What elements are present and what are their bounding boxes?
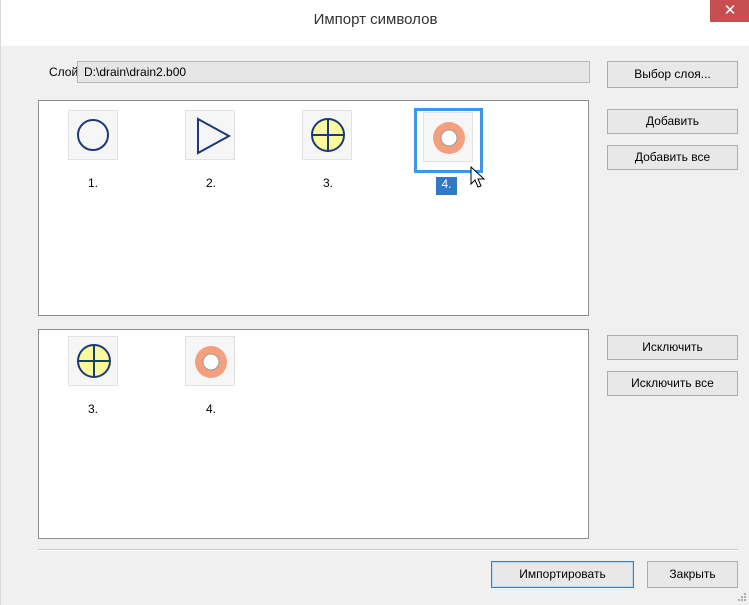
available-symbols-list[interactable]: 1. 2. 3. 4. [38,100,589,316]
separator [38,549,738,551]
resize-grip-icon[interactable] [736,591,748,603]
ring-icon [195,346,227,378]
triangle-icon [197,117,232,155]
import-symbols-dialog: Импорт символов ✕ Слой: D:\drain\drain2.… [0,0,749,605]
symbol-label: 3. [322,176,333,190]
add-button[interactable]: Добавить [607,109,738,134]
symbol-label: 1. [87,176,98,190]
select-layer-button[interactable]: Выбор слоя... [607,61,738,88]
crossed-circle-icon [77,344,111,378]
circle-icon [77,119,109,151]
ring-icon [433,122,465,154]
symbol-1[interactable] [68,110,118,160]
close-button[interactable]: Закрыть [647,561,738,588]
symbol-3[interactable] [302,110,352,160]
add-all-button[interactable]: Добавить все [607,145,738,170]
exclude-button[interactable]: Исключить [607,335,738,360]
dialog-title: Импорт символов [313,11,438,28]
import-button[interactable]: Импортировать [491,561,634,588]
selected-symbol-label: 4. [436,177,457,195]
symbol-label: 4. [205,402,216,416]
exclude-all-button[interactable]: Исключить все [607,371,738,396]
symbol-2[interactable] [185,110,235,160]
chosen-symbols-list[interactable]: 3. 4. [38,329,589,539]
layer-path-field: D:\drain\drain2.b00 [77,61,590,83]
close-icon[interactable]: ✕ [710,0,749,22]
symbol-4[interactable] [423,112,473,162]
symbol-label: 3. [87,402,98,416]
symbol-3[interactable] [68,336,118,386]
crossed-circle-icon [311,118,345,152]
mouse-cursor-icon [470,166,486,188]
symbol-4[interactable] [185,336,235,386]
title-bar: Импорт символов ✕ [1,0,749,46]
symbol-label: 2. [205,176,216,190]
